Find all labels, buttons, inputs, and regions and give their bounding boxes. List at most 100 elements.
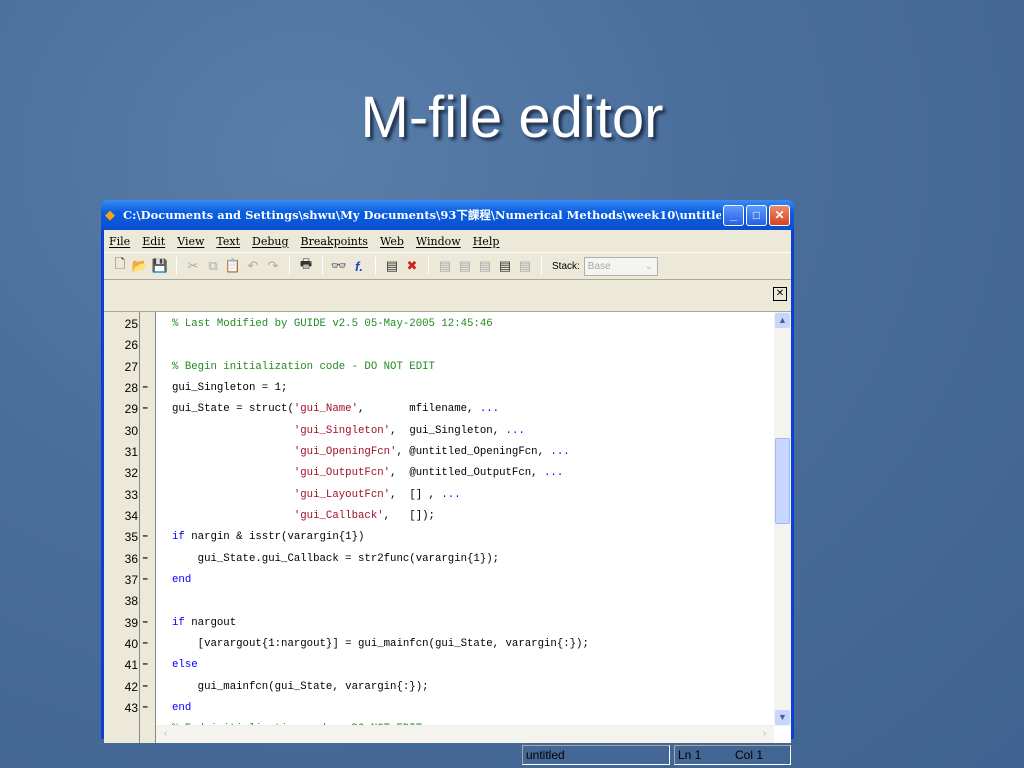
- code-line[interactable]: 37– end: [104, 570, 784, 591]
- breakpoint-marker[interactable]: –: [142, 549, 148, 570]
- line-number: 26: [124, 338, 138, 353]
- redo-icon[interactable]: ↷: [263, 258, 283, 274]
- close-button[interactable]: ✕: [769, 204, 790, 226]
- separator: [176, 257, 177, 275]
- menu-breakpoints[interactable]: Breakpoints: [301, 235, 368, 248]
- save-icon[interactable]: 💾: [150, 258, 170, 274]
- line-number: 33: [124, 487, 138, 502]
- new-file-icon[interactable]: 🗋: [110, 255, 130, 277]
- code-line[interactable]: 36– gui_State.gui_Callback = str2func(va…: [104, 549, 784, 570]
- separator: [375, 257, 376, 275]
- line-number: 42: [124, 679, 138, 694]
- menu-debug[interactable]: Debug: [252, 235, 289, 248]
- menu-web[interactable]: Web: [380, 235, 404, 248]
- code-token: 'gui_Singleton': [293, 424, 391, 437]
- clear-breakpoints-icon[interactable]: ✖: [402, 258, 422, 274]
- code-token: nargin & isstr(varargin{1}): [184, 531, 365, 544]
- code-text: if nargout: [172, 613, 236, 634]
- stack-value: Base: [587, 260, 611, 272]
- scroll-thumb[interactable]: [775, 438, 790, 524]
- step-icon[interactable]: ▤: [435, 258, 455, 274]
- breakpoint-marker[interactable]: –: [142, 634, 148, 655]
- scroll-left-icon[interactable]: ‹: [158, 728, 173, 742]
- code-text: gui_Singleton = 1;: [172, 378, 287, 399]
- scroll-up-icon[interactable]: ▲: [775, 313, 790, 328]
- print-icon[interactable]: 🖶: [296, 255, 316, 277]
- code-line[interactable]: 34 'gui_Callback', []);: [104, 506, 784, 527]
- line-number: 31: [124, 444, 138, 459]
- breakpoint-marker[interactable]: –: [142, 378, 148, 399]
- code-line[interactable]: 38: [104, 591, 784, 612]
- code-text: 'gui_Singleton', gui_Singleton, ...: [172, 421, 525, 442]
- breakpoint-marker[interactable]: –: [142, 570, 148, 591]
- continue-icon[interactable]: ▤: [495, 258, 515, 274]
- code-line[interactable]: 25 % Last Modified by GUIDE v2.5 05-May-2…: [104, 314, 784, 335]
- close-document-icon[interactable]: ✕: [773, 287, 787, 301]
- title-bar[interactable]: ◆ C:\Documents and Settings\shwu\My Docu…: [101, 200, 794, 230]
- slide-title: M-file editor: [360, 85, 664, 150]
- code-line[interactable]: 29– gui_State = struct('gui_Name', mfilen…: [104, 399, 784, 420]
- code-line[interactable]: 42– gui_mainfcn(gui_State, varargin{:});: [104, 677, 784, 698]
- set-breakpoint-icon[interactable]: ▤: [382, 258, 402, 274]
- step-in-icon[interactable]: ▤: [455, 258, 475, 274]
- breakpoint-marker[interactable]: –: [142, 399, 148, 420]
- exit-debug-icon[interactable]: ▤: [515, 258, 535, 274]
- cut-icon[interactable]: ✂: [183, 258, 203, 274]
- code-line[interactable]: 40– [varargout{1:nargout}] = gui_mainfcn…: [104, 634, 784, 655]
- code-token: end: [172, 701, 192, 714]
- menu-text[interactable]: Text: [216, 235, 240, 248]
- maximize-button[interactable]: □: [746, 204, 767, 226]
- code-line[interactable]: 30 'gui_Singleton', gui_Singleton, ...: [104, 421, 784, 442]
- code-line[interactable]: 43– end: [104, 698, 784, 719]
- horizontal-scrollbar[interactable]: ‹ ›: [156, 725, 774, 743]
- code-token: 'gui_LayoutFcn': [293, 488, 391, 501]
- line-number: 36: [124, 551, 138, 566]
- vertical-scrollbar[interactable]: ▲ ▼: [774, 312, 791, 726]
- menu-edit[interactable]: Edit: [142, 235, 165, 248]
- code-line[interactable]: 27 % Begin initialization code - DO NOT E…: [104, 357, 784, 378]
- line-number: 27: [124, 359, 138, 374]
- status-col: Col 1: [735, 748, 764, 762]
- code-line[interactable]: 28– gui_Singleton = 1;: [104, 378, 784, 399]
- menu-help[interactable]: Help: [473, 235, 500, 248]
- menu-view[interactable]: View: [177, 235, 204, 248]
- code-line[interactable]: 39– if nargout: [104, 613, 784, 634]
- code-line[interactable]: 35– if nargin & isstr(varargin{1}): [104, 527, 784, 548]
- line-number: 41: [124, 658, 138, 673]
- stack-dropdown[interactable]: Base ⌄: [583, 256, 658, 276]
- line-number: 39: [124, 615, 138, 630]
- code-token: 'gui_Name': [293, 403, 358, 416]
- line-number: 34: [124, 508, 138, 523]
- code-text: gui_State.gui_Callback = str2func(vararg…: [172, 549, 499, 570]
- breakpoint-marker[interactable]: –: [142, 527, 148, 548]
- menu-file[interactable]: File: [109, 235, 130, 248]
- breakpoint-marker[interactable]: –: [142, 613, 148, 634]
- undo-icon[interactable]: ↶: [243, 258, 263, 274]
- code-editor[interactable]: 25 % Last Modified by GUIDE v2.5 05-May-2…: [104, 311, 791, 743]
- find-binoculars-icon[interactable]: 👓: [329, 258, 349, 274]
- breakpoint-marker[interactable]: –: [142, 698, 148, 719]
- scroll-right-icon[interactable]: ›: [757, 728, 772, 742]
- line-number: 43: [124, 700, 138, 715]
- step-out-icon[interactable]: ▤: [475, 258, 495, 274]
- code-token: 'gui_OutputFcn': [293, 467, 391, 480]
- menu-window[interactable]: Window: [416, 235, 461, 248]
- code-text: % Begin initialization code - DO NOT EDI…: [172, 357, 435, 378]
- breakpoint-marker[interactable]: –: [142, 655, 148, 676]
- breakpoint-marker[interactable]: –: [142, 677, 148, 698]
- copy-icon[interactable]: ⧉: [203, 258, 223, 274]
- code-token: % Begin initialization code - DO NOT EDI…: [172, 360, 435, 373]
- scroll-down-icon[interactable]: ▼: [775, 710, 790, 725]
- open-folder-icon[interactable]: 📂: [130, 258, 150, 274]
- line-number: 37: [124, 572, 138, 587]
- code-line[interactable]: 32 'gui_OutputFcn', @untitled_OutputFcn,…: [104, 463, 784, 484]
- code-line[interactable]: 41– else: [104, 655, 784, 676]
- paste-icon[interactable]: 📋: [223, 258, 243, 274]
- code-line[interactable]: 26: [104, 335, 784, 356]
- minimize-button[interactable]: _: [723, 204, 744, 226]
- function-icon[interactable]: f.: [349, 259, 369, 274]
- code-line[interactable]: 31 'gui_OpeningFcn', @untitled_OpeningFc…: [104, 442, 784, 463]
- code-line[interactable]: 33 'gui_LayoutFcn', [] , ...: [104, 485, 784, 506]
- code-text: 'gui_Callback', []);: [172, 506, 435, 527]
